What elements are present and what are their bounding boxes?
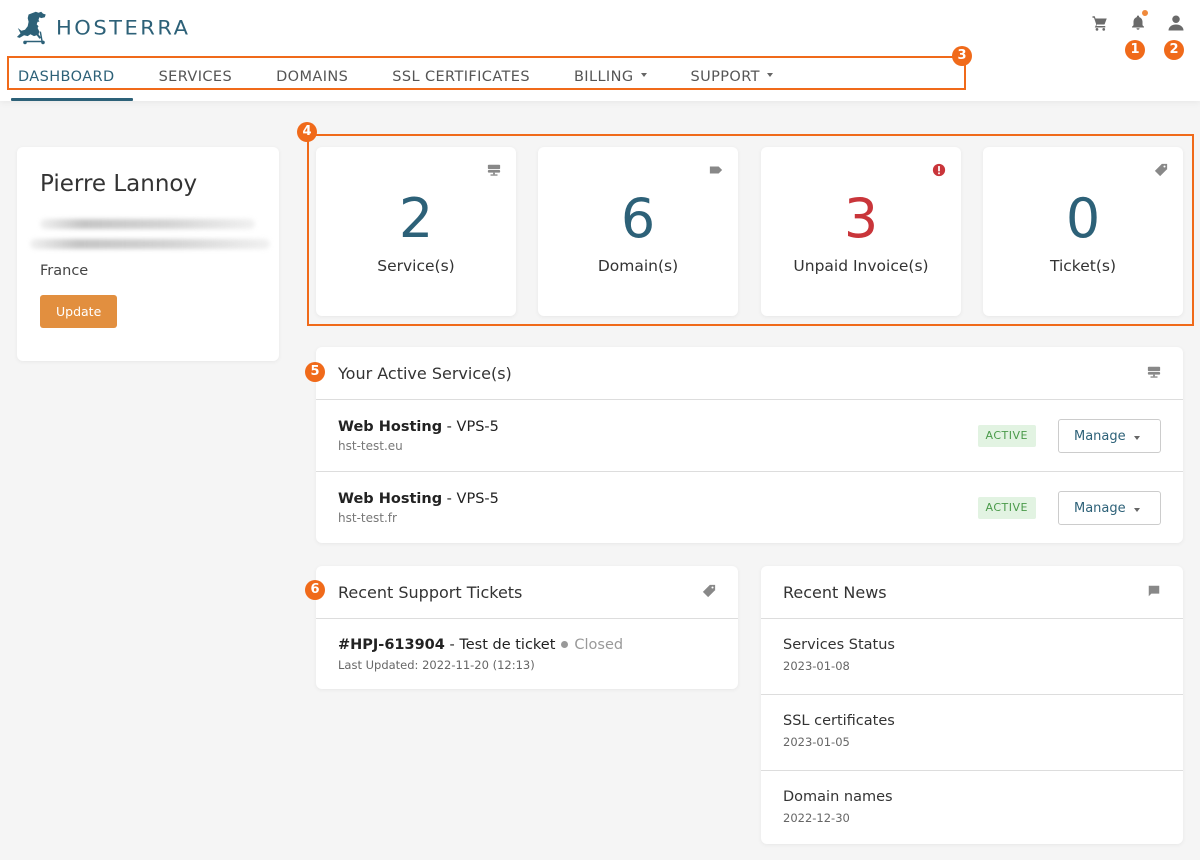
ticket-icon bbox=[1154, 162, 1168, 177]
user-icon bbox=[1168, 15, 1184, 31]
tag-icon bbox=[709, 162, 723, 176]
nav-services-label: SERVICES bbox=[158, 69, 233, 85]
ticket-id: #HPJ-613904 bbox=[338, 637, 445, 653]
ticket-subject: Test de ticket bbox=[459, 637, 556, 653]
bell-icon bbox=[1132, 15, 1144, 30]
active-services-panel: Your Active Service(s) Web Hosting - VPS… bbox=[316, 347, 1183, 543]
nav-billing[interactable]: BILLING bbox=[552, 61, 669, 93]
nav-ssl-certificates[interactable]: SSL CERTIFICATES bbox=[370, 61, 552, 93]
redacted-address-line bbox=[40, 219, 255, 229]
nav-domains-label: DOMAINS bbox=[276, 69, 349, 85]
stat-value: 3 bbox=[843, 187, 879, 250]
annotation-badge: 3 bbox=[952, 46, 972, 66]
stat-card-domains[interactable]: 6 Domain(s) bbox=[538, 147, 738, 316]
redacted-address-line bbox=[30, 239, 270, 249]
panel-title: Recent News bbox=[783, 582, 887, 602]
dinosaur-logo-icon bbox=[16, 11, 46, 45]
news-date: 2022-12-30 bbox=[783, 811, 850, 825]
comment-icon bbox=[1147, 583, 1161, 602]
stat-label: Unpaid Invoice(s) bbox=[793, 257, 929, 275]
caret-down-icon bbox=[640, 73, 647, 77]
stat-value: 2 bbox=[398, 187, 434, 250]
notification-dot bbox=[1142, 10, 1148, 16]
nav-ssl-label: SSL CERTIFICATES bbox=[392, 69, 530, 85]
manage-label: Manage bbox=[1074, 500, 1126, 516]
update-profile-button[interactable]: Update bbox=[40, 295, 118, 328]
nav-dashboard[interactable]: DASHBOARD bbox=[0, 61, 137, 101]
stat-label: Service(s) bbox=[377, 257, 455, 275]
news-date: 2023-01-05 bbox=[783, 735, 850, 749]
recent-news-panel: Recent News Services Status 2023-01-08 S… bbox=[761, 566, 1183, 844]
main-nav: DASHBOARD SERVICES DOMAINS SSL CERTIFICA… bbox=[0, 57, 795, 101]
annotation-badge: 1 bbox=[1125, 40, 1145, 60]
server-icon bbox=[1147, 364, 1161, 383]
annotation-badge: 4 bbox=[297, 122, 317, 142]
nav-support-label: SUPPORT bbox=[690, 69, 760, 85]
news-item[interactable]: Domain names 2022-12-30 bbox=[761, 771, 1183, 847]
service-row[interactable]: Web Hosting - VPS-5 hst-test.eu ACTIVE M… bbox=[316, 400, 1183, 472]
nav-domains[interactable]: DOMAINS bbox=[254, 61, 370, 93]
separator: - bbox=[442, 418, 457, 435]
brand-name: HOSTERRA bbox=[56, 16, 191, 40]
status-badge: ACTIVE bbox=[977, 497, 1036, 519]
service-row[interactable]: Web Hosting - VPS-5 hst-test.fr ACTIVE M… bbox=[316, 472, 1183, 544]
manage-label: Manage bbox=[1074, 428, 1126, 444]
nav-dashboard-label: DASHBOARD bbox=[18, 69, 115, 85]
manage-dropdown-button[interactable]: Manage bbox=[1058, 419, 1161, 453]
cart-icon bbox=[1092, 16, 1107, 31]
header-actions bbox=[1090, 10, 1186, 34]
ticket-icon bbox=[702, 583, 716, 602]
ticket-status: Closed bbox=[574, 637, 624, 653]
news-title: SSL certificates bbox=[783, 713, 895, 729]
ticket-updated: Last Updated: 2022-11-20 (12:13) bbox=[338, 658, 535, 672]
profile-name: Pierre Lannoy bbox=[40, 171, 198, 197]
stat-card-tickets[interactable]: 0 Ticket(s) bbox=[983, 147, 1183, 316]
news-title: Services Status bbox=[783, 637, 895, 653]
news-item[interactable]: SSL certificates 2023-01-05 bbox=[761, 695, 1183, 771]
alert-icon bbox=[932, 162, 946, 177]
stat-card-unpaid-invoices[interactable]: 3 Unpaid Invoice(s) bbox=[761, 147, 961, 316]
service-plan: VPS-5 bbox=[456, 491, 499, 507]
caret-down-icon bbox=[766, 73, 773, 77]
top-header: HOSTERRA DASHBOARD SERVICES DOMAINS SSL … bbox=[0, 0, 1200, 101]
brand-logo[interactable]: HOSTERRA bbox=[16, 10, 190, 46]
nav-support[interactable]: SUPPORT bbox=[669, 61, 795, 93]
news-item[interactable]: Services Status 2023-01-08 bbox=[761, 619, 1183, 695]
service-domain: hst-test.eu bbox=[338, 438, 403, 453]
nav-billing-label: BILLING bbox=[573, 69, 634, 85]
separator: - bbox=[442, 491, 457, 507]
status-dot-icon bbox=[561, 640, 569, 648]
stat-label: Domain(s) bbox=[597, 257, 679, 275]
separator: - bbox=[444, 637, 460, 653]
panel-title: Recent Support Tickets bbox=[338, 582, 523, 602]
profile-card: Pierre Lannoy France Update bbox=[17, 147, 279, 361]
news-title: Domain names bbox=[783, 789, 893, 805]
caret-down-icon bbox=[1134, 508, 1140, 512]
service-product: Web Hosting bbox=[338, 491, 443, 507]
annotation-badge: 2 bbox=[1164, 40, 1184, 60]
status-badge: ACTIVE bbox=[977, 425, 1036, 447]
profile-country: France bbox=[40, 263, 89, 279]
account-button[interactable] bbox=[1166, 12, 1186, 34]
cart-button[interactable] bbox=[1090, 12, 1110, 34]
service-plan: VPS-5 bbox=[456, 418, 499, 435]
stat-value: 6 bbox=[620, 187, 656, 250]
stat-label: Ticket(s) bbox=[1049, 257, 1117, 275]
service-domain: hst-test.fr bbox=[338, 511, 397, 525]
notifications-button[interactable] bbox=[1128, 10, 1148, 34]
recent-tickets-panel: Recent Support Tickets #HPJ-613904 - Tes… bbox=[316, 566, 738, 689]
server-icon bbox=[487, 162, 501, 176]
nav-services[interactable]: SERVICES bbox=[137, 61, 255, 93]
ticket-row[interactable]: #HPJ-613904 - Test de ticket Closed Last … bbox=[316, 619, 738, 690]
panel-title: Your Active Service(s) bbox=[338, 363, 512, 383]
caret-down-icon bbox=[1134, 436, 1140, 440]
annotation-badge: 6 bbox=[305, 580, 325, 600]
stat-card-services[interactable]: 2 Service(s) bbox=[316, 147, 516, 316]
service-product: Web Hosting bbox=[338, 418, 443, 435]
stat-value: 0 bbox=[1065, 187, 1101, 250]
news-date: 2023-01-08 bbox=[783, 659, 850, 673]
annotation-badge: 5 bbox=[305, 362, 325, 382]
manage-dropdown-button[interactable]: Manage bbox=[1058, 491, 1161, 525]
